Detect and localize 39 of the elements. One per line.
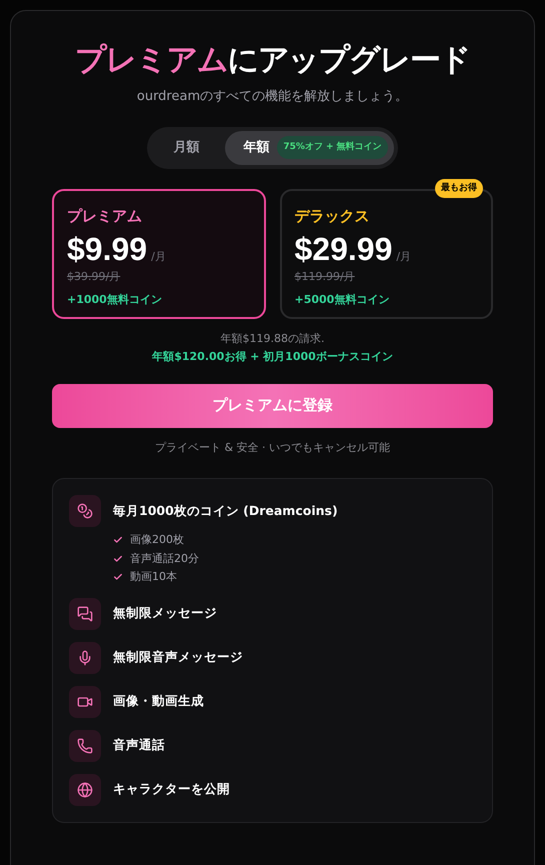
plan-card[interactable]: プレミアム $9.99/月 $39.99/月 +1000無料コイン <box>52 188 266 318</box>
feature-label: 無制限音声メッセージ <box>113 648 243 666</box>
feature-label: 無制限メッセージ <box>113 604 217 622</box>
plan-price: $9.99 <box>67 230 148 269</box>
check-icon <box>113 535 123 546</box>
discount-badge: 75%オフ + 無料コイン <box>277 136 388 160</box>
plan-name: プレミアム <box>67 206 143 226</box>
price-unit: /月 <box>151 249 166 265</box>
tab-label: 月額 <box>173 138 200 157</box>
billing-note: 年額$119.88の請求. <box>220 330 326 346</box>
modal-title: プレミアムにアップグレード <box>74 41 471 80</box>
check-icon <box>113 554 123 564</box>
feature-label: 音声通話 <box>113 736 165 754</box>
savings-note: 年額$120.00お得 + 初月1000ボーナスコイン <box>150 349 394 365</box>
plan-name: デラックス <box>294 206 370 226</box>
feature-detail: 画像200枚 <box>130 532 184 548</box>
feature-label: 画像・動画生成 <box>113 692 204 710</box>
original-price: $39.99/月 <box>67 269 122 285</box>
original-price: $119.99/月 <box>294 269 356 285</box>
coins-icon <box>77 503 93 519</box>
assurance-note: プライベート & 安全 · いつでもキャンセル可能 <box>154 440 392 456</box>
check-icon <box>113 572 123 582</box>
billing-tab[interactable]: 年額 75%オフ + 無料コイン <box>225 130 394 164</box>
feature-label: 毎月1000枚のコイン (Dreamcoins) <box>113 502 338 520</box>
tab-label: 年額 <box>243 138 270 157</box>
bonus-coins: +5000無料コイン <box>294 292 390 308</box>
chat-bubbles-icon <box>77 606 93 622</box>
feature-label: キャラクターを公開 <box>113 780 230 798</box>
plan-price: $29.99 <box>294 230 392 269</box>
feature-detail: 音声通話20分 <box>130 550 199 566</box>
best-value-badge: 最もお得 <box>435 178 483 198</box>
microphone-icon <box>77 650 93 666</box>
billing-tab[interactable]: 月額 <box>151 130 222 164</box>
bonus-coins: +1000無料コイン <box>67 292 163 308</box>
feature-detail: 動画10本 <box>130 569 177 585</box>
phone-icon <box>77 738 93 754</box>
subtitle: ourdreamのすべての機能を解放しましょう。 <box>136 88 410 106</box>
globe-icon <box>77 782 93 798</box>
price-unit: /月 <box>396 249 412 265</box>
